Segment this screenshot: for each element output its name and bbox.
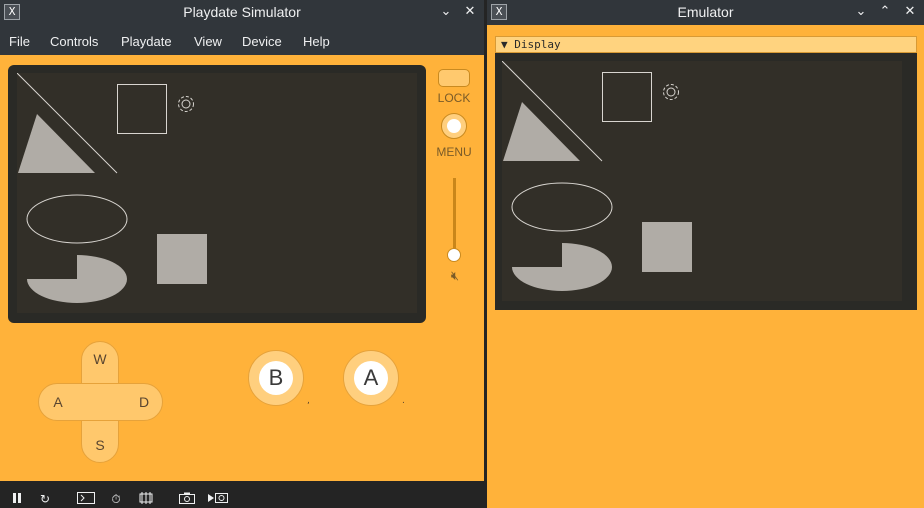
device-screen[interactable]: [16, 72, 417, 313]
dpad-down[interactable]: S: [90, 437, 110, 453]
filled-square: [642, 222, 692, 272]
b-button-label: B: [259, 361, 293, 395]
gear-icon: [178, 96, 194, 112]
filled-square: [157, 234, 207, 284]
lock-label: LOCK: [437, 91, 471, 105]
b-button-mark: ,: [307, 396, 310, 406]
menu-label: MENU: [436, 145, 472, 159]
menu-device[interactable]: Device: [242, 34, 282, 49]
display-panel-header[interactable]: ▼ Display: [495, 36, 917, 53]
emulator-window: X Emulator ⌄ ⌃ ✕ ▼ Display: [487, 0, 924, 508]
timer-icon[interactable]: ⏱︎: [108, 492, 124, 506]
pause-icon[interactable]: [10, 492, 24, 506]
chevron-up-icon[interactable]: ⌃: [876, 3, 894, 21]
chevron-down-icon[interactable]: ⌄: [852, 3, 870, 21]
simulator-titlebar[interactable]: X Playdate Simulator ⌄ ✕: [0, 0, 484, 25]
mute-icon[interactable]: 🔇︎: [446, 268, 464, 286]
display-panel-title: ▼ Display: [501, 38, 561, 51]
menu-controls[interactable]: Controls: [50, 34, 98, 49]
window-title: Playdate Simulator: [183, 4, 301, 20]
b-button[interactable]: B: [248, 350, 304, 406]
outlined-ellipse: [26, 194, 128, 244]
menu-playdate[interactable]: Playdate: [121, 34, 172, 49]
display-panel: [495, 53, 917, 310]
console-icon[interactable]: [76, 492, 96, 506]
filled-pie: [512, 243, 612, 291]
menu-help[interactable]: Help: [303, 34, 330, 49]
menu-button[interactable]: [441, 113, 467, 139]
dpad-up[interactable]: W: [90, 351, 110, 367]
lock-button[interactable]: [438, 69, 470, 87]
dpad-right[interactable]: D: [134, 394, 154, 410]
screen-graphics: [16, 72, 207, 303]
outlined-square: [602, 72, 652, 122]
emulator-screen[interactable]: [501, 60, 902, 301]
outlined-square: [117, 84, 167, 134]
gear-icon: [663, 84, 679, 100]
close-icon[interactable]: ✕: [461, 3, 479, 21]
crank-slider-handle[interactable]: [447, 248, 461, 262]
device-screen-bezel: [8, 65, 426, 323]
bottom-toolbar: [0, 481, 484, 508]
simulator-window: X Playdate Simulator ⌄ ✕ File Controls P…: [0, 0, 484, 508]
menu-view[interactable]: View: [194, 34, 222, 49]
close-icon[interactable]: ✕: [901, 3, 919, 21]
filled-pie: [27, 255, 127, 303]
outlined-ellipse: [511, 182, 613, 232]
dpad-left[interactable]: A: [48, 394, 68, 410]
emulator-titlebar[interactable]: X Emulator ⌄ ⌃ ✕: [487, 0, 924, 25]
chevron-down-icon[interactable]: ⌄: [437, 3, 455, 21]
video-camera-icon[interactable]: [207, 492, 229, 506]
a-button-mark: .: [402, 396, 405, 406]
filled-triangle: [18, 114, 95, 173]
menu-file[interactable]: File: [9, 34, 30, 49]
a-button-label: A: [354, 361, 388, 395]
dpad-center: [82, 384, 118, 420]
crank-slider-track[interactable]: [453, 178, 456, 256]
restart-icon[interactable]: ↻: [37, 492, 53, 506]
camera-icon[interactable]: [178, 492, 196, 506]
screen-graphics: [501, 60, 692, 291]
memory-icon[interactable]: [137, 492, 155, 506]
menubar: File Controls Playdate View Device Help: [0, 25, 484, 55]
filled-triangle: [503, 102, 580, 161]
a-button[interactable]: A: [343, 350, 399, 406]
